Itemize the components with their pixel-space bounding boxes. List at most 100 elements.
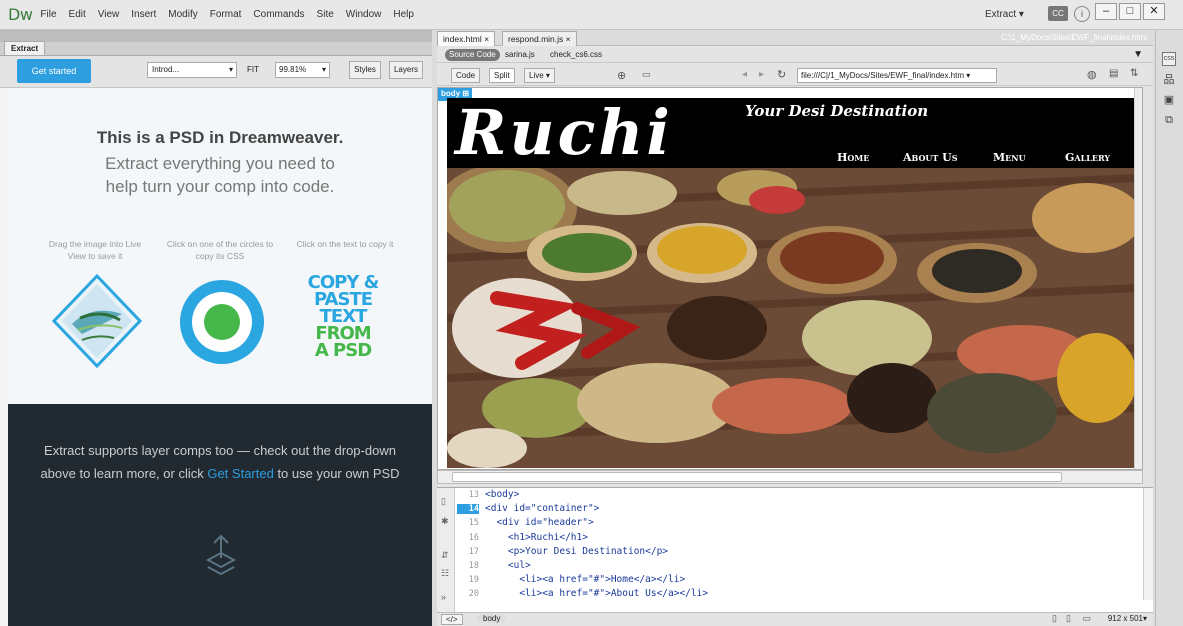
page-icon[interactable]: ▤ [1109, 68, 1118, 79]
assets-icon[interactable]: ▣ [1162, 94, 1176, 108]
address-bar[interactable]: file:///C|/1_MyDocs/Sites/EWF_final/inde… [797, 68, 997, 83]
source-code-button[interactable]: Source Code [445, 49, 500, 61]
menu-commands[interactable]: Commands [253, 9, 304, 20]
get-started-button[interactable]: Get started [17, 59, 91, 83]
tip-drag-image: Drag the image into Live View to save it [48, 239, 142, 261]
menu-file[interactable]: File [40, 9, 56, 20]
document-toolbar: Code Split Live ▾ ⊕ ▭ ◂ ▸ ↻ file:///C|/1… [437, 64, 1153, 86]
mobile-size-icon[interactable]: ▯ [1052, 613, 1057, 624]
code-scrollbar[interactable] [1143, 488, 1153, 600]
tag-selector-button[interactable]: </> [441, 614, 463, 625]
site-logo[interactable]: Ruchi [455, 98, 673, 169]
code-line[interactable]: <body> [485, 489, 519, 500]
code-toolbar: ▯ ✱ ⇵ ☷ » [437, 488, 455, 613]
window-size[interactable]: 912 x 501▾ [1108, 614, 1147, 623]
scroll-thumb[interactable] [452, 472, 1062, 482]
select-parent-icon[interactable]: ☷ [441, 568, 449, 579]
add-icon[interactable]: ⊞ [462, 89, 469, 98]
related-file-check-css[interactable]: check_cs6.css [550, 50, 602, 59]
site-tagline[interactable]: Your Desi Destination [745, 102, 928, 120]
nav-gallery[interactable]: Gallery [1065, 151, 1110, 164]
open-documents-icon[interactable]: ▯ [441, 496, 446, 507]
layer-comps-text: Extract supports layer comps too — check… [33, 439, 407, 485]
line-number: 20 [468, 589, 479, 600]
workspace-switcher[interactable]: Extract ▾ [985, 9, 1024, 20]
chevron-down-icon: ▾ [1018, 9, 1024, 20]
tab-index-html[interactable]: index.html × [437, 31, 496, 46]
creative-cloud-icon[interactable]: CC [1048, 6, 1068, 21]
sort-icon[interactable]: ⇅ [1130, 68, 1138, 79]
info-icon[interactable]: i [1074, 6, 1090, 22]
code-line[interactable]: <h1>Ruchi</h1> [485, 532, 588, 543]
code-view[interactable]: ▯ ✱ ⇵ ☷ » 13 <body> 14 <div id="container">… [437, 487, 1153, 613]
menu-help[interactable]: Help [393, 9, 414, 20]
spices-photo[interactable] [447, 168, 1139, 468]
menu-view[interactable]: View [98, 9, 120, 20]
css-designer-icon[interactable]: css [1162, 52, 1176, 66]
related-file-sarina[interactable]: sarina.js [505, 50, 535, 59]
vertical-scrollbar[interactable] [1134, 88, 1142, 469]
close-icon[interactable]: × [566, 34, 571, 44]
zoom-select[interactable]: 99.81% ▾ [275, 62, 330, 78]
intro-headline: This is a PSD in Dreamweaver. [96, 128, 344, 147]
css-circle-icon[interactable] [176, 276, 268, 368]
more-icon[interactable]: » [441, 592, 446, 602]
nav-home[interactable]: Home [837, 151, 869, 164]
sample-image-icon[interactable] [52, 274, 142, 368]
menu-edit[interactable]: Edit [69, 9, 86, 20]
code-line[interactable]: <p>Your Desi Destination</p> [485, 546, 668, 557]
nav-menu[interactable]: Menu [993, 151, 1026, 164]
close-button[interactable]: ✕ [1143, 3, 1165, 20]
layer-comps-info: Extract supports layer comps too — check… [8, 404, 432, 626]
copy-paste-text-art[interactable]: COPY & PASTE TEXT FROM A PSD [298, 274, 388, 360]
minimize-button[interactable]: – [1095, 3, 1117, 20]
live-view-button[interactable]: Live ▾ [524, 68, 555, 83]
code-line[interactable]: <ul> [485, 560, 531, 571]
layers-button[interactable]: Layers [389, 61, 423, 79]
layer-comp-select[interactable]: Introd... ▾ [147, 62, 237, 78]
code-line[interactable]: <div id="header"> [485, 517, 593, 528]
tip-click-circle: Click on one of the circles to copy its … [166, 239, 274, 261]
menu-format[interactable]: Format [210, 9, 242, 20]
menu-site[interactable]: Site [317, 9, 334, 20]
menu-insert[interactable]: Insert [131, 9, 156, 20]
extract-intro: This is a PSD in Dreamweaver. Extract ev… [8, 88, 432, 404]
maximize-button[interactable]: □ [1119, 3, 1141, 20]
code-line[interactable]: <li><a href="#">About Us</a></li> [485, 588, 708, 599]
code-line[interactable]: <div id="container"> [485, 503, 599, 514]
collapse-icon[interactable]: ✱ [441, 516, 449, 527]
snippets-icon[interactable]: ⧉ [1162, 114, 1176, 128]
close-icon[interactable]: × [484, 34, 489, 44]
inspect-icon[interactable]: ⊕ [617, 69, 626, 82]
tablet-size-icon[interactable]: ▯ [1066, 613, 1071, 624]
split-view-button[interactable]: Split [489, 68, 515, 83]
breadcrumb-body[interactable]: body [477, 614, 507, 623]
tab-respond-js[interactable]: respond.min.js × [502, 31, 577, 46]
intro-subline: Extract everything you need to help turn… [105, 154, 335, 196]
globe-icon[interactable]: ◍ [1087, 68, 1097, 81]
desktop-size-icon[interactable]: ▭ [1082, 613, 1091, 624]
horizontal-scrollbar[interactable] [437, 470, 1143, 484]
forward-icon[interactable]: ▸ [759, 69, 764, 80]
refresh-icon[interactable]: ↻ [777, 68, 786, 81]
site-preview[interactable]: Ruchi Your Desi Destination Home About U… [447, 98, 1139, 468]
code-line[interactable]: <li><a href="#">Home</a></li> [485, 574, 685, 585]
nav-about[interactable]: About Us [903, 151, 958, 164]
back-icon[interactable]: ◂ [742, 69, 747, 80]
files-icon[interactable]: 品 [1162, 74, 1176, 88]
live-label: Live [529, 71, 544, 80]
chevron-down-icon: ▾ [228, 65, 233, 74]
tab-extract[interactable]: Extract [4, 41, 46, 55]
styles-button[interactable]: Styles [349, 61, 381, 79]
expand-icon[interactable]: ⇵ [441, 550, 449, 561]
live-view[interactable]: body ⊞ Ruchi Your Desi Destination Home … [437, 87, 1143, 470]
code-view-button[interactable]: Code [451, 68, 481, 83]
preview-icon[interactable]: ▭ [642, 69, 651, 80]
filter-icon[interactable]: ▼ [1133, 49, 1143, 60]
menu-window[interactable]: Window [346, 9, 382, 20]
menu-bar: Dw File Edit View Insert Modify Format C… [0, 0, 1183, 30]
related-files-bar: Source Code sarina.js check_cs6.css ▼ [437, 47, 1153, 63]
extract-toolbar: Get started Introd... ▾ FIT 99.81% ▾ Sty… [0, 56, 432, 88]
get-started-link[interactable]: Get Started [207, 466, 273, 481]
menu-modify[interactable]: Modify [168, 9, 197, 20]
